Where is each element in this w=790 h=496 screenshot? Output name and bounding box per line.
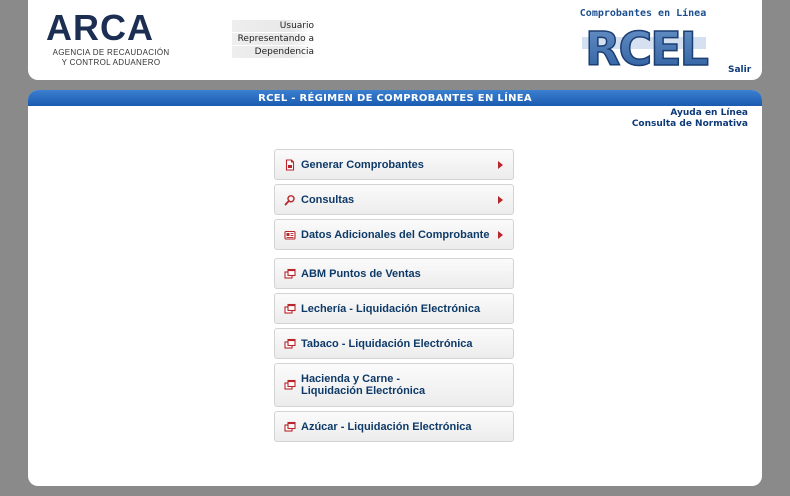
consulta-normativa-link[interactable]: Consulta de Normativa bbox=[632, 119, 748, 130]
dependencia-label: Dependencia bbox=[232, 46, 314, 58]
id-card-icon bbox=[284, 230, 296, 240]
rcel-logo-graphic: RCEL bbox=[582, 21, 711, 77]
user-info: Usuario Representando a Dependencia bbox=[232, 20, 314, 59]
menu-item-label: Generar Comprobantes bbox=[301, 158, 424, 171]
arca-logo-word: ARCA bbox=[46, 7, 154, 48]
chevron-right-icon bbox=[498, 195, 503, 204]
main-panel: RCEL - RÉGIMEN DE COMPROBANTES EN LÍNEA … bbox=[28, 90, 762, 486]
header: ARCA AGENCIA DE RECAUDACIÓN Y CONTROL AD… bbox=[28, 0, 762, 80]
menu-item-datos-adicionales[interactable]: Datos Adicionales del Comprobante bbox=[274, 219, 514, 250]
arca-subtitle-line2: Y CONTROL ADUANERO bbox=[61, 58, 161, 67]
external-window-icon bbox=[284, 421, 296, 432]
menu-item-label: Azúcar - Liquidación Electrónica bbox=[301, 420, 472, 433]
arca-logo[interactable]: ARCA AGENCIA DE RECAUDACIÓN Y CONTROL AD… bbox=[46, 10, 176, 68]
external-window-icon bbox=[284, 338, 296, 349]
menu-item-azucar[interactable]: Azúcar - Liquidación Electrónica bbox=[274, 411, 514, 442]
representando-label: Representando a bbox=[232, 33, 314, 45]
menu-item-lecheria[interactable]: Lechería - Liquidación Electrónica bbox=[274, 293, 514, 324]
menu-item-label: Tabaco - Liquidación Electrónica bbox=[301, 337, 473, 350]
rcel-caption: Comprobantes en Línea bbox=[579, 8, 707, 19]
document-icon bbox=[285, 158, 295, 171]
arca-subtitle-line1: AGENCIA DE RECAUDACIÓN bbox=[52, 48, 170, 57]
menu-item-label: Datos Adicionales del Comprobante bbox=[301, 228, 490, 241]
menu-item-label: Lechería - Liquidación Electrónica bbox=[301, 302, 481, 315]
usuario-label: Usuario bbox=[232, 20, 314, 32]
search-icon bbox=[284, 194, 295, 205]
rcel-logo-word: RCEL bbox=[585, 22, 709, 71]
chevron-right-icon bbox=[498, 230, 503, 239]
menu-item-label: Consultas bbox=[301, 193, 355, 206]
chevron-right-icon bbox=[498, 160, 503, 169]
menu-item-hacienda-carne[interactable]: Hacienda y Carne - Liquidación Electróni… bbox=[274, 363, 514, 407]
menu-item-consultas[interactable]: Consultas bbox=[274, 184, 514, 215]
menu-item-label: ABM Puntos de Ventas bbox=[301, 267, 421, 280]
menu-item-label: Hacienda y Carne - Liquidación Electróni… bbox=[301, 373, 426, 397]
external-window-icon bbox=[284, 379, 296, 390]
rcel-logo: Comprobantes en Línea RCEL bbox=[568, 8, 718, 77]
menu-item-generar-comprobantes[interactable]: Generar Comprobantes bbox=[274, 149, 514, 180]
menu-item-tabaco[interactable]: Tabaco - Liquidación Electrónica bbox=[274, 328, 514, 359]
ayuda-en-linea-link[interactable]: Ayuda en Línea bbox=[632, 108, 748, 119]
help-links: Ayuda en Línea Consulta de Normativa bbox=[632, 108, 748, 130]
external-window-icon bbox=[284, 268, 296, 279]
page-title: RCEL - RÉGIMEN DE COMPROBANTES EN LÍNEA bbox=[28, 90, 762, 106]
external-window-icon bbox=[284, 303, 296, 314]
arca-logo-subtitle: AGENCIA DE RECAUDACIÓN Y CONTROL ADUANER… bbox=[46, 48, 176, 68]
menu-item-abm-puntos-ventas[interactable]: ABM Puntos de Ventas bbox=[274, 258, 514, 289]
salir-link[interactable]: Salir bbox=[728, 65, 751, 75]
